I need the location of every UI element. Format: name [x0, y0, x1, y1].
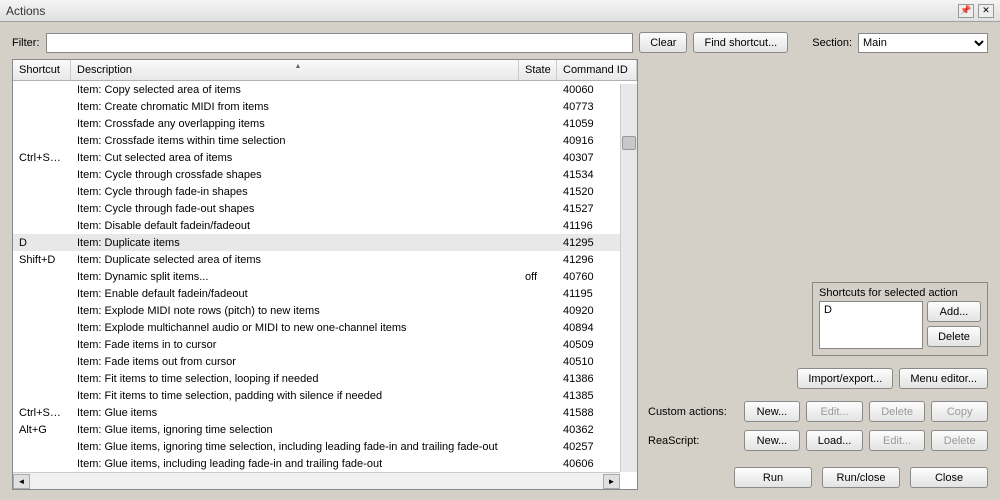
custom-edit-button[interactable]: Edit...	[806, 401, 863, 422]
cell-description: Item: Cycle through fade-out shapes	[71, 203, 519, 215]
cell-description: Item: Explode MIDI note rows (pitch) to …	[71, 305, 519, 317]
table-row[interactable]: Item: Fade items out from cursor40510	[13, 353, 637, 370]
clear-button[interactable]: Clear	[639, 32, 687, 53]
cell-description: Item: Glue items, ignoring time selectio…	[71, 424, 519, 436]
reascript-edit-button[interactable]: Edit...	[869, 430, 926, 451]
table-row[interactable]: Ctrl+Shif...Item: Glue items41588	[13, 404, 637, 421]
custom-actions-row: Custom actions: New... Edit... Delete Co…	[648, 401, 988, 422]
run-close-button[interactable]: Run/close	[822, 467, 900, 488]
table-row[interactable]: Item: Explode multichannel audio or MIDI…	[13, 319, 637, 336]
filter-input[interactable]	[46, 33, 634, 53]
col-shortcut[interactable]: Shortcut	[13, 60, 71, 80]
table-row[interactable]: Item: Crossfade any overlapping items410…	[13, 115, 637, 132]
custom-delete-button[interactable]: Delete	[869, 401, 926, 422]
cell-description: Item: Glue items, including leading fade…	[71, 458, 519, 470]
table-row[interactable]: Item: Enable default fadein/fadeout41195	[13, 285, 637, 302]
cell-description: Item: Fade items in to cursor	[71, 339, 519, 351]
reascript-load-button[interactable]: Load...	[806, 430, 863, 451]
table-row[interactable]: Item: Fade items in to cursor40509	[13, 336, 637, 353]
col-command-id[interactable]: Command ID	[557, 60, 637, 80]
titlebar: Actions 📌 ✕	[0, 0, 1000, 22]
cell-description: Item: Explode multichannel audio or MIDI…	[71, 322, 519, 334]
window-controls: 📌 ✕	[958, 4, 994, 18]
close-icon[interactable]: ✕	[978, 4, 994, 18]
cell-shortcut: Shift+D	[13, 254, 71, 266]
shortcut-list[interactable]: D	[819, 301, 923, 349]
filter-label: Filter:	[12, 37, 40, 49]
table-row[interactable]: Item: Cycle through fade-out shapes41527	[13, 200, 637, 217]
table-row[interactable]: Shift+DItem: Duplicate selected area of …	[13, 251, 637, 268]
cell-shortcut: D	[13, 237, 71, 249]
horizontal-scrollbar[interactable]: ◄►	[13, 472, 620, 489]
table-row[interactable]: Item: Create chromatic MIDI from items40…	[13, 98, 637, 115]
right-panel: Shortcuts for selected action D Add... D…	[648, 59, 988, 490]
cell-state: off	[519, 271, 557, 283]
close-button[interactable]: Close	[910, 467, 988, 488]
table-row[interactable]: Item: Cycle through fade-in shapes41520	[13, 183, 637, 200]
menu-editor-button[interactable]: Menu editor...	[899, 368, 988, 389]
table-row[interactable]: Item: Crossfade items within time select…	[13, 132, 637, 149]
cell-description: Item: Cycle through crossfade shapes	[71, 169, 519, 181]
cell-description: Item: Fade items out from cursor	[71, 356, 519, 368]
cell-description: Item: Enable default fadein/fadeout	[71, 288, 519, 300]
table-row[interactable]: Item: Glue items, including leading fade…	[13, 455, 637, 472]
cell-description: Item: Cycle through fade-in shapes	[71, 186, 519, 198]
shortcut-add-button[interactable]: Add...	[927, 301, 981, 322]
reascript-label: ReaScript:	[648, 435, 738, 447]
table-row[interactable]: Item: Glue items, ignoring time selectio…	[13, 438, 637, 455]
cell-description: Item: Glue items, ignoring time selectio…	[71, 441, 519, 453]
table-row[interactable]: Alt+GItem: Glue items, ignoring time sel…	[13, 421, 637, 438]
cell-description: Item: Fit items to time selection, paddi…	[71, 390, 519, 402]
shortcut-delete-button[interactable]: Delete	[927, 326, 981, 347]
vertical-scrollbar[interactable]	[620, 84, 637, 472]
cell-description: Item: Cut selected area of items	[71, 152, 519, 164]
custom-actions-label: Custom actions:	[648, 406, 738, 418]
cell-description: Item: Fit items to time selection, loopi…	[71, 373, 519, 385]
cell-description: Item: Duplicate items	[71, 237, 519, 249]
cell-shortcut: Ctrl+SU...	[13, 152, 71, 164]
table-header: Shortcut Description State Command ID	[13, 60, 637, 81]
reascript-delete-button[interactable]: Delete	[931, 430, 988, 451]
filter-bar: Filter: Clear Find shortcut... Section: …	[12, 32, 988, 53]
reascript-row: ReaScript: New... Load... Edit... Delete	[648, 430, 988, 451]
shortcuts-for-selected-panel: Shortcuts for selected action D Add... D…	[812, 282, 988, 356]
table-row[interactable]: Item: Fit items to time selection, paddi…	[13, 387, 637, 404]
table-row[interactable]: DItem: Duplicate items41295	[13, 234, 637, 251]
custom-copy-button[interactable]: Copy	[931, 401, 988, 422]
table-row[interactable]: Item: Cycle through crossfade shapes4153…	[13, 166, 637, 183]
cell-description: Item: Disable default fadein/fadeout	[71, 220, 519, 232]
table-row[interactable]: Item: Dynamic split items...off40760	[13, 268, 637, 285]
cell-shortcut: Alt+G	[13, 424, 71, 436]
window-title: Actions	[6, 4, 45, 18]
section-select[interactable]: Main	[858, 33, 988, 53]
import-export-button[interactable]: Import/export...	[797, 368, 893, 389]
table-row[interactable]: Item: Explode MIDI note rows (pitch) to …	[13, 302, 637, 319]
cell-description: Item: Crossfade items within time select…	[71, 135, 519, 147]
cell-description: Item: Crossfade any overlapping items	[71, 118, 519, 130]
cell-description: Item: Duplicate selected area of items	[71, 254, 519, 266]
shortcuts-panel-title: Shortcuts for selected action	[819, 287, 981, 299]
custom-new-button[interactable]: New...	[744, 401, 801, 422]
table-row[interactable]: Item: Disable default fadein/fadeout4119…	[13, 217, 637, 234]
table-body: Item: Copy selected area of items40060It…	[13, 81, 637, 489]
cell-description: Item: Create chromatic MIDI from items	[71, 101, 519, 113]
reascript-new-button[interactable]: New...	[744, 430, 801, 451]
col-description[interactable]: Description	[71, 60, 519, 80]
pin-icon[interactable]: 📌	[958, 4, 974, 18]
find-shortcut-button[interactable]: Find shortcut...	[693, 32, 788, 53]
actions-table: Shortcut Description State Command ID It…	[12, 59, 638, 490]
cell-description: Item: Glue items	[71, 407, 519, 419]
section-label: Section:	[812, 37, 852, 49]
table-row[interactable]: Ctrl+SU...Item: Cut selected area of ite…	[13, 149, 637, 166]
table-row[interactable]: Item: Fit items to time selection, loopi…	[13, 370, 637, 387]
run-button[interactable]: Run	[734, 467, 812, 488]
cell-description: Item: Dynamic split items...	[71, 271, 519, 283]
col-state[interactable]: State	[519, 60, 557, 80]
cell-description: Item: Copy selected area of items	[71, 84, 519, 96]
cell-shortcut: Ctrl+Shif...	[13, 407, 71, 419]
table-row[interactable]: Item: Copy selected area of items40060	[13, 81, 637, 98]
